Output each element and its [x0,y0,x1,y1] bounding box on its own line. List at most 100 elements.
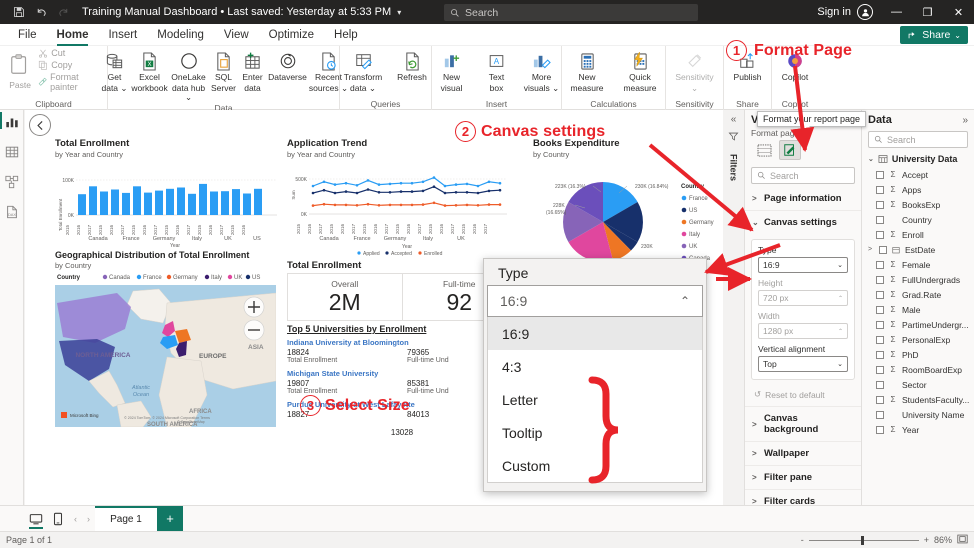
data-table-node[interactable]: ⌄ University Data [862,151,974,167]
data-search-input[interactable]: Search [868,131,968,148]
format-painter-command[interactable]: Format painter [38,72,102,92]
checkbox[interactable] [876,200,884,209]
zoom-in-button[interactable]: + [924,535,929,545]
field-university-name[interactable]: University Name [862,407,974,422]
type-select[interactable]: 16:9 ⌄ [758,257,848,273]
menu-home[interactable]: Home [47,24,99,46]
dropdown-option-16-9[interactable]: 16:9 [488,317,702,350]
checkbox[interactable] [876,395,884,404]
menu-optimize[interactable]: Optimize [259,24,324,46]
desktop-layout-icon[interactable] [25,508,47,530]
visual-books-expenditure[interactable]: Books Expenditure by Country 223K (16.3%… [533,138,723,262]
back-arrow-icon[interactable] [29,114,51,136]
reset-to-default-button[interactable]: ↺ Reset to default [745,385,861,406]
field-booksexp[interactable]: Σ BooksExp [862,197,974,212]
format-brush-icon[interactable] [779,140,801,160]
new-visual-button[interactable]: New visual [430,48,474,93]
section-canvas-background[interactable]: > Canvas background [745,406,861,442]
zoom-out-button[interactable]: - [801,535,804,545]
checkbox[interactable] [876,350,884,359]
field-country[interactable]: Country [862,212,974,227]
checkbox[interactable] [876,275,884,284]
field-phd[interactable]: Σ PhD [862,347,974,362]
field-female[interactable]: Σ Female [862,257,974,272]
field-personalexp[interactable]: Σ PersonalExp [862,332,974,347]
field-year[interactable]: Σ Year [862,422,974,437]
zoom-slider-knob[interactable] [860,535,864,545]
field-estdate[interactable]: > EstDate [862,242,974,257]
excel-workbook-button[interactable]: X Excel workbook [131,48,168,93]
close-button[interactable]: ✕ [943,0,974,24]
collapse-panes-icon[interactable]: « [731,114,737,125]
share-button[interactable]: Share ⌄ [900,26,968,44]
page-tab-page1[interactable]: Page 1 [95,505,157,532]
checkbox[interactable] [876,425,884,434]
cut-command[interactable]: Cut [38,48,102,58]
field-roomboardexp[interactable]: Σ RoomBoardExp [862,362,974,377]
dataverse-button[interactable]: Dataverse [268,48,308,83]
redo-icon[interactable] [52,1,74,23]
title-dropdown-caret[interactable]: ▾ [397,8,401,17]
chevron-double-right-icon[interactable]: » [962,115,968,126]
onelake-data-hub-button[interactable]: OneLake data hub ⌄ [169,48,209,103]
format-search-input[interactable]: Search [751,167,855,184]
search-box[interactable]: Search [444,4,698,21]
copy-command[interactable]: Copy [38,60,102,70]
refresh-button[interactable]: Refresh [390,48,434,83]
field-gradrate[interactable]: Σ Grad.Rate [862,287,974,302]
checkbox[interactable] [879,245,887,254]
sign-in-link[interactable]: Sign in [817,6,857,18]
checkbox[interactable] [876,170,884,179]
dax-query-view-icon[interactable]: DAX [4,204,20,220]
field-partimeundergrads[interactable]: Σ PartimeUndergr... [862,317,974,332]
section-canvas-settings[interactable]: ⌄ Canvas settings [745,211,861,234]
menu-insert[interactable]: Insert [98,24,147,46]
menu-help[interactable]: Help [324,24,368,46]
type-dropdown-popup[interactable]: Type 16:9 ⌃ 16:9 4:3 Letter Tooltip Cust… [483,258,707,492]
section-page-information[interactable]: > Page information [745,187,861,211]
field-studentsfaculty[interactable]: Σ StudentsFaculty... [862,392,974,407]
account-avatar-icon[interactable] [857,4,873,20]
checkbox[interactable] [876,335,884,344]
save-icon[interactable] [8,1,30,23]
menu-modeling[interactable]: Modeling [147,24,214,46]
dropdown-option-4-3[interactable]: 4:3 [488,350,702,383]
checkbox[interactable] [876,215,884,224]
field-enroll[interactable]: Σ Enroll [862,227,974,242]
checkbox[interactable] [876,185,884,194]
mobile-layout-icon[interactable] [47,508,69,530]
more-visuals-button[interactable]: More visuals ⌄ [520,48,564,93]
enter-data-button[interactable]: Enter data [239,48,267,93]
section-wallpaper[interactable]: > Wallpaper [745,442,861,466]
checkbox[interactable] [876,230,884,239]
section-filter-pane[interactable]: > Filter pane [745,466,861,490]
paste-button[interactable]: Paste [5,48,35,91]
field-sector[interactable]: Sector [862,377,974,392]
undo-icon[interactable] [30,1,52,23]
width-stepper[interactable]: 1280 px ⌃ [758,323,848,339]
map-surface[interactable]: NORTH AMERICA EUROPE ASIA AFRICA SOUTH A… [55,285,276,427]
dropdown-option-tooltip[interactable]: Tooltip [488,416,702,449]
checkbox[interactable] [876,305,884,314]
visual-application-trend[interactable]: Application Trend by Year and Country Su… [287,138,509,258]
checkbox[interactable] [876,365,884,374]
next-page-button[interactable]: › [82,508,95,530]
quick-measure-button[interactable]: Quick measure [614,48,666,93]
restore-button[interactable]: ❐ [912,0,943,24]
report-view-icon[interactable] [4,114,20,130]
checkbox[interactable] [876,410,884,419]
filters-pane-label[interactable]: Filters [729,154,739,181]
filter-icon[interactable] [728,131,739,145]
chevron-right-icon[interactable]: > [868,246,874,253]
model-view-icon[interactable] [4,174,20,190]
dropdown-selected-value[interactable]: 16:9 ⌃ [487,285,703,317]
get-data-button[interactable]: Get data ⌄ [99,48,131,93]
field-apps[interactable]: Σ Apps [862,182,974,197]
dropdown-option-custom[interactable]: Custom [488,449,702,482]
dropdown-option-letter[interactable]: Letter [488,383,702,416]
new-measure-button[interactable]: New measure [561,48,613,93]
sql-server-button[interactable]: SQL Server [210,48,238,93]
field-fullundergrads[interactable]: Σ FullUndergrads [862,272,974,287]
checkbox[interactable] [876,290,884,299]
text-box-button[interactable]: A Text box [475,48,519,93]
